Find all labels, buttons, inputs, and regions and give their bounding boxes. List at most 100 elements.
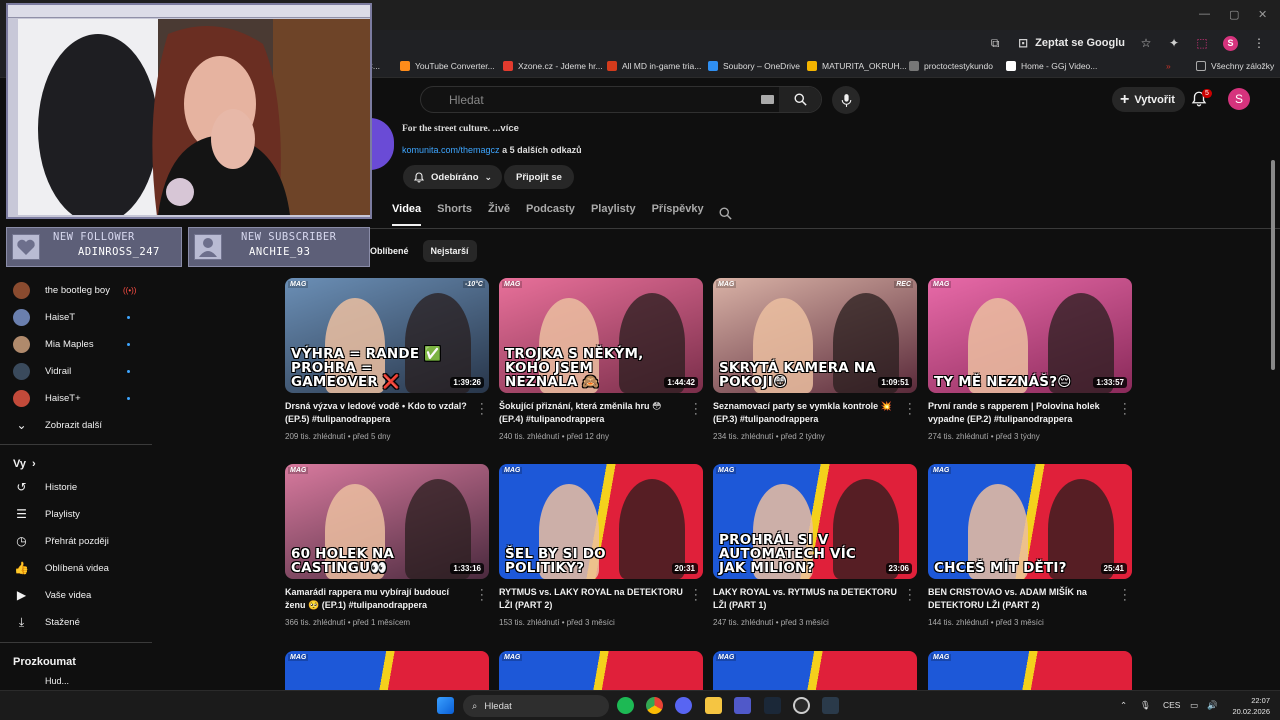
channel-links[interactable]: komunita.com/themagcz a 5 dalších odkazů xyxy=(402,145,582,155)
tab-0[interactable]: Videa xyxy=(392,203,422,227)
all-bookmarks[interactable]: Všechny záložky xyxy=(1196,61,1274,71)
more-options-icon[interactable]: · · · xyxy=(694,585,698,606)
kebab-menu-icon[interactable]: ⋮ xyxy=(1252,36,1266,50)
more-options-icon[interactable]: · · · xyxy=(1123,399,1127,420)
cast-icon[interactable]: ⧉ xyxy=(988,36,1002,50)
video-title[interactable]: Kamarádi rappera mu vybírají budoucí žen… xyxy=(285,586,469,612)
more-options-icon[interactable]: · · · xyxy=(908,399,912,420)
bookmark-item[interactable]: MATURITA_OKRUH... xyxy=(807,61,907,71)
voice-search-button[interactable] xyxy=(832,86,860,114)
close-icon[interactable]: ✕ xyxy=(1258,8,1267,21)
subscription-item[interactable]: Vidrail xyxy=(0,358,152,384)
video-thumbnail[interactable]: MAG xyxy=(928,651,1132,690)
obs-icon[interactable] xyxy=(793,697,810,714)
sidebar-item[interactable]: ⤓ Stažené xyxy=(0,609,152,635)
volume-icon[interactable]: 🔊 xyxy=(1207,700,1218,711)
microphone-tray-icon[interactable]: 🎙 xyxy=(1140,700,1151,711)
channel-description[interactable]: For the street culture. ...více xyxy=(402,123,519,134)
bookmark-item[interactable]: All MD in-game tria... xyxy=(607,61,701,71)
video-card[interactable]: MAG -10°C Výhra = rande ✅ Prohra = gameove… xyxy=(285,278,489,448)
tab-1[interactable]: Shorts xyxy=(437,203,472,227)
language-indicator[interactable]: CES xyxy=(1163,700,1180,710)
video-thumbnail[interactable]: MAG Chceš mít děti? 25:41 xyxy=(928,464,1132,579)
page-scrollbar[interactable] xyxy=(1271,160,1275,370)
search-box[interactable]: Hledat xyxy=(420,86,822,113)
taskbar-search[interactable]: ⌕ Hledat xyxy=(463,695,609,717)
video-thumbnail[interactable]: MAG 60 holek na castingu👀 1:33:16 xyxy=(285,464,489,579)
spotify-icon[interactable] xyxy=(617,697,634,714)
channel-link[interactable]: komunita.com/themagcz xyxy=(402,145,500,155)
tab-4[interactable]: Playlisty xyxy=(591,203,636,227)
browser-profile-avatar[interactable]: S xyxy=(1223,35,1238,51)
keyboard-icon[interactable] xyxy=(761,95,774,104)
video-card[interactable]: MAG Šel by si do politiky? 20:31 RYTMUS vs.… xyxy=(499,464,703,634)
subscription-item[interactable]: HaiseT+ xyxy=(0,385,152,411)
more-options-icon[interactable]: · · · xyxy=(694,399,698,420)
subscription-item[interactable]: the bootleg boy ((•)) xyxy=(0,277,152,303)
join-button[interactable]: Připojit se xyxy=(504,165,574,189)
channel-search-icon[interactable] xyxy=(718,206,733,224)
bookmark-item[interactable]: Soubory – OneDrive xyxy=(708,61,800,71)
steam-icon[interactable] xyxy=(764,697,781,714)
video-thumbnail[interactable]: MAG REC Skrytá kamera na pokoji😳 1:09:51 xyxy=(713,278,917,393)
ask-google-button[interactable]: ⊡ Zeptat se Googlu xyxy=(1016,36,1125,50)
create-button[interactable]: + Vytvořit xyxy=(1112,87,1185,112)
windows-start-icon[interactable] xyxy=(437,697,454,714)
sidebar-item[interactable]: ↺ Historie xyxy=(0,474,152,500)
video-thumbnail[interactable]: MAG -10°C Výhra = rande ✅ Prohra = gameove… xyxy=(285,278,489,393)
network-icon[interactable]: ▭ xyxy=(1190,700,1198,711)
video-title[interactable]: BEN CRISTOVAO vs. ADAM MIŠÍK na DETEKTOR… xyxy=(928,586,1112,612)
bookmark-item[interactable]: Home - GGj Video... xyxy=(1006,61,1097,71)
sort-chip[interactable]: Nejstarší xyxy=(422,240,477,262)
discord-icon[interactable] xyxy=(675,697,692,714)
maximize-icon[interactable]: ▢ xyxy=(1229,8,1239,21)
video-thumbnail[interactable]: MAG Trojka s někým, koho jsem neznala 🙈 1:… xyxy=(499,278,703,393)
teams-icon[interactable] xyxy=(734,697,751,714)
app-icon[interactable] xyxy=(822,697,839,714)
video-title[interactable]: Drsná výzva v ledové vodě • Kdo to vzdal… xyxy=(285,400,469,426)
video-card[interactable]: MAG REC Skrytá kamera na pokoji😳 1:09:51 Sez… xyxy=(713,278,917,448)
search-button[interactable] xyxy=(779,87,821,112)
chrome-icon[interactable] xyxy=(646,697,663,714)
video-thumbnail[interactable]: MAG Prohrál si v automatech víc jak milio… xyxy=(713,464,917,579)
video-card[interactable]: MAG Ty mě neznáš?😔 1:33:57 První rande s ra… xyxy=(928,278,1132,448)
tab-5[interactable]: Příspěvky xyxy=(652,203,704,227)
video-card[interactable]: MAG 60 holek na castingu👀 1:33:16 Kamarádi … xyxy=(285,464,489,634)
tab-2[interactable]: Živě xyxy=(488,203,510,227)
more-options-icon[interactable]: · · · xyxy=(1123,585,1127,606)
sidebar-item[interactable]: ☰ Playlisty xyxy=(0,501,152,527)
video-title[interactable]: Šokující přiznání, která změnila hru 😳 (… xyxy=(499,400,683,426)
video-title[interactable]: LAKY ROYAL vs. RYTMUS na DETEKTORU LŽI (… xyxy=(713,586,897,612)
video-title[interactable]: RYTMUS vs. LAKY ROYAL na DETEKTORU LŽI (… xyxy=(499,586,683,612)
bookmark-item[interactable]: YouTube Converter... xyxy=(400,61,495,71)
tray-chevron-icon[interactable]: ⌃ xyxy=(1120,700,1127,711)
more-links-label[interactable]: a 5 dalších odkazů xyxy=(502,145,582,155)
subscription-item[interactable]: HaiseT xyxy=(0,304,152,330)
account-avatar[interactable]: S xyxy=(1228,88,1250,110)
you-heading[interactable]: Vy xyxy=(13,458,26,470)
video-card[interactable]: MAG Prohrál si v automatech víc jak milio… xyxy=(713,464,917,634)
sidebar-item[interactable]: 👍 Oblíbená videa xyxy=(0,555,152,581)
search-input[interactable]: Hledat xyxy=(449,93,484,107)
extension-icon[interactable]: ✦ xyxy=(1167,36,1181,50)
video-title[interactable]: První rande s rapperem | Polovina holek … xyxy=(928,400,1112,426)
puzzle-icon[interactable]: ⬚ xyxy=(1195,36,1209,50)
video-thumbnail[interactable]: MAG Ty mě neznáš?😔 1:33:57 xyxy=(928,278,1132,393)
sort-chip[interactable]: Oblíbené xyxy=(370,240,417,262)
video-thumbnail[interactable]: MAG xyxy=(713,651,917,690)
video-card[interactable]: MAG Chceš mít děti? 25:41 BEN CRISTOVAO vs.… xyxy=(928,464,1132,634)
bookmark-item[interactable]: Xzone.cz - Jdeme hr... xyxy=(503,61,603,71)
file-explorer-icon[interactable] xyxy=(705,697,722,714)
system-clock[interactable]: 22:07 20.02.2026 xyxy=(1228,695,1270,717)
more-bookmarks-icon[interactable]: » xyxy=(1166,61,1171,71)
video-thumbnail[interactable]: MAG Šel by si do politiky? 20:31 xyxy=(499,464,703,579)
subscription-item[interactable]: Mia Maples xyxy=(0,331,152,357)
bookmark-item[interactable]: proctoctestykundo xyxy=(909,61,993,71)
more-options-icon[interactable]: · · · xyxy=(480,585,484,606)
sidebar-item-label[interactable]: Hud... xyxy=(45,676,69,686)
more-options-icon[interactable]: · · · xyxy=(480,399,484,420)
more-link[interactable]: ...více xyxy=(493,123,519,134)
sidebar-item[interactable]: ◷ Přehrát později xyxy=(0,528,152,554)
bookmark-star-icon[interactable]: ☆ xyxy=(1139,36,1153,50)
video-thumbnail[interactable]: MAG xyxy=(285,651,489,690)
